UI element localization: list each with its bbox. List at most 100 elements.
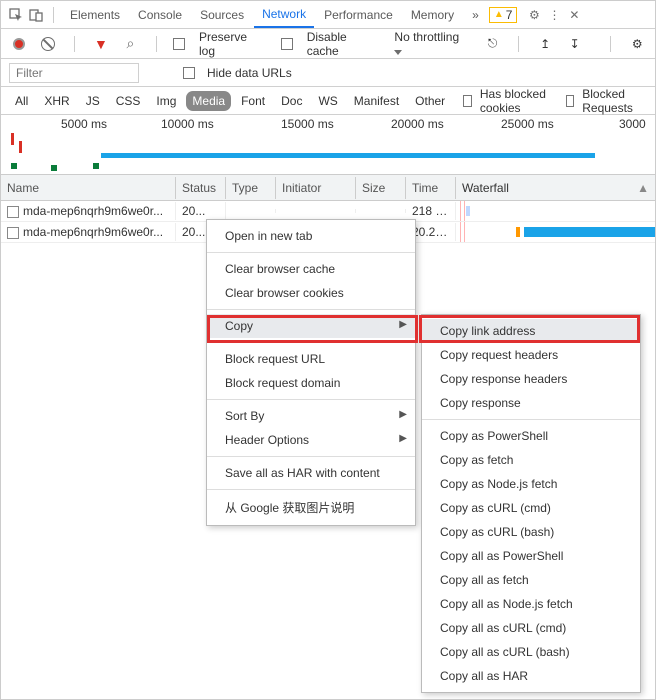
devtools-tabs: Elements Console Sources Network Perform… bbox=[1, 1, 655, 29]
ctx-google-image-desc[interactable]: 从 Google 获取图片说明 bbox=[207, 494, 415, 521]
filter-css[interactable]: CSS bbox=[110, 91, 147, 111]
timeline-overview[interactable]: 5000 ms 10000 ms 15000 ms 20000 ms 25000… bbox=[1, 115, 655, 175]
separator bbox=[156, 36, 157, 52]
search-icon[interactable]: ⌕ bbox=[121, 34, 141, 54]
col-waterfall[interactable]: Waterfall ▲ bbox=[456, 177, 655, 199]
ctx-block-url[interactable]: Block request URL bbox=[207, 347, 415, 371]
type-filters: All XHR JS CSS Img Media Font Doc WS Man… bbox=[1, 87, 655, 115]
cell-initiator bbox=[276, 209, 356, 213]
ctx-copy-node-fetch[interactable]: Copy as Node.js fetch bbox=[422, 472, 640, 496]
ctx-sort-by[interactable]: Sort By▶ bbox=[207, 404, 415, 428]
preserve-log-label: Preserve log bbox=[199, 30, 265, 58]
cell-name: mda-mep6nqrh9m6we0r... bbox=[1, 202, 176, 220]
filter-all[interactable]: All bbox=[9, 91, 34, 111]
ctx-copy-fetch[interactable]: Copy as fetch bbox=[422, 448, 640, 472]
ctx-save-har[interactable]: Save all as HAR with content bbox=[207, 461, 415, 485]
ctx-copy-all-curl-bash[interactable]: Copy all as cURL (bash) bbox=[422, 640, 640, 664]
filter-row: Hide data URLs bbox=[1, 59, 655, 87]
blocked-requests-label: Blocked Requests bbox=[582, 87, 647, 115]
blocked-cookies-label: Has blocked cookies bbox=[480, 87, 554, 115]
col-initiator[interactable]: Initiator bbox=[276, 177, 356, 199]
blocked-cookies-checkbox[interactable] bbox=[463, 95, 472, 107]
record-button[interactable] bbox=[9, 34, 29, 54]
filter-ws[interactable]: WS bbox=[312, 91, 343, 111]
chevron-right-icon: ▶ bbox=[399, 409, 407, 420]
disable-cache-label: Disable cache bbox=[307, 30, 381, 58]
ctx-copy-all-powershell[interactable]: Copy all as PowerShell bbox=[422, 544, 640, 568]
filter-media[interactable]: Media bbox=[186, 91, 231, 111]
gear-icon[interactable]: ⚙ bbox=[525, 6, 543, 24]
ctx-copy-req-headers[interactable]: Copy request headers bbox=[422, 343, 640, 367]
preserve-log-checkbox[interactable] bbox=[173, 38, 185, 50]
filter-img[interactable]: Img bbox=[150, 91, 182, 111]
cell-time: 218 ms bbox=[406, 202, 456, 220]
cell-waterfall bbox=[456, 201, 655, 221]
ctx-clear-cookies[interactable]: Clear browser cookies bbox=[207, 281, 415, 305]
context-menu: Open in new tab Clear browser cache Clea… bbox=[206, 219, 416, 526]
context-submenu-copy: Copy link address Copy request headers C… bbox=[421, 314, 641, 693]
device-icon[interactable] bbox=[27, 6, 45, 24]
ctx-copy-curl-cmd[interactable]: Copy as cURL (cmd) bbox=[422, 496, 640, 520]
chevron-right-icon: ▶ bbox=[399, 433, 407, 444]
tab-network[interactable]: Network bbox=[254, 1, 314, 28]
download-icon[interactable]: ↧ bbox=[565, 34, 585, 54]
separator bbox=[74, 36, 75, 52]
ctx-copy-all-node-fetch[interactable]: Copy all as Node.js fetch bbox=[422, 592, 640, 616]
hide-data-urls-label: Hide data URLs bbox=[207, 66, 292, 80]
requests-table-header: Name Status Type Initiator Size Time Wat… bbox=[1, 175, 655, 201]
col-status[interactable]: Status bbox=[176, 177, 226, 199]
separator bbox=[610, 36, 611, 52]
col-time[interactable]: Time bbox=[406, 177, 456, 199]
ctx-copy-powershell[interactable]: Copy as PowerShell bbox=[422, 424, 640, 448]
tab-memory[interactable]: Memory bbox=[403, 2, 462, 28]
network-toolbar: ▼ ⌕ Preserve log Disable cache No thrott… bbox=[1, 29, 655, 59]
ctx-block-domain[interactable]: Block request domain bbox=[207, 371, 415, 395]
cell-name: mda-mep6nqrh9m6we0r... bbox=[1, 223, 176, 241]
tab-performance[interactable]: Performance bbox=[316, 2, 401, 28]
warnings-badge[interactable]: ▲7 bbox=[489, 7, 518, 23]
ctx-copy-response[interactable]: Copy response bbox=[422, 391, 640, 415]
col-name[interactable]: Name bbox=[1, 177, 176, 199]
filter-xhr[interactable]: XHR bbox=[38, 91, 75, 111]
tabs-more[interactable]: » bbox=[464, 2, 487, 28]
disable-cache-checkbox[interactable] bbox=[281, 38, 293, 50]
inspect-icon[interactable] bbox=[7, 6, 25, 24]
blocked-requests-checkbox[interactable] bbox=[566, 95, 575, 107]
filter-manifest[interactable]: Manifest bbox=[348, 91, 405, 111]
filter-doc[interactable]: Doc bbox=[275, 91, 308, 111]
ctx-copy-curl-bash[interactable]: Copy as cURL (bash) bbox=[422, 520, 640, 544]
throttling-select[interactable]: No throttling bbox=[390, 28, 472, 60]
hide-data-urls-checkbox[interactable] bbox=[183, 67, 195, 79]
cell-size bbox=[356, 209, 406, 213]
clear-button[interactable] bbox=[39, 34, 59, 54]
ctx-copy-all-fetch[interactable]: Copy all as fetch bbox=[422, 568, 640, 592]
warning-count: 7 bbox=[506, 8, 513, 22]
ctx-copy[interactable]: Copy▶ bbox=[207, 314, 415, 338]
sort-icon: ▲ bbox=[637, 181, 649, 195]
tab-sources[interactable]: Sources bbox=[192, 2, 252, 28]
tab-elements[interactable]: Elements bbox=[62, 2, 128, 28]
filter-font[interactable]: Font bbox=[235, 91, 271, 111]
filter-js[interactable]: JS bbox=[80, 91, 106, 111]
col-size[interactable]: Size bbox=[356, 177, 406, 199]
close-icon[interactable]: ✕ bbox=[565, 6, 583, 24]
gear-icon[interactable]: ⚙ bbox=[627, 34, 647, 54]
ctx-open-new-tab[interactable]: Open in new tab bbox=[207, 224, 415, 248]
ctx-copy-res-headers[interactable]: Copy response headers bbox=[422, 367, 640, 391]
wifi-icon[interactable]: ⎋ bbox=[483, 34, 503, 54]
ctx-clear-cache[interactable]: Clear browser cache bbox=[207, 257, 415, 281]
ctx-header-options[interactable]: Header Options▶ bbox=[207, 428, 415, 452]
separator bbox=[53, 7, 54, 23]
filter-other[interactable]: Other bbox=[409, 91, 451, 111]
upload-icon[interactable]: ↥ bbox=[535, 34, 555, 54]
filter-icon[interactable]: ▼ bbox=[91, 34, 111, 54]
separator bbox=[518, 36, 519, 52]
tab-console[interactable]: Console bbox=[130, 2, 190, 28]
kebab-icon[interactable]: ⋮ bbox=[545, 6, 563, 24]
col-type[interactable]: Type bbox=[226, 177, 276, 199]
warning-icon: ▲ bbox=[494, 9, 504, 20]
filter-input[interactable] bbox=[9, 63, 139, 83]
ctx-copy-link[interactable]: Copy link address bbox=[422, 319, 640, 343]
ctx-copy-all-har[interactable]: Copy all as HAR bbox=[422, 664, 640, 688]
ctx-copy-all-curl-cmd[interactable]: Copy all as cURL (cmd) bbox=[422, 616, 640, 640]
